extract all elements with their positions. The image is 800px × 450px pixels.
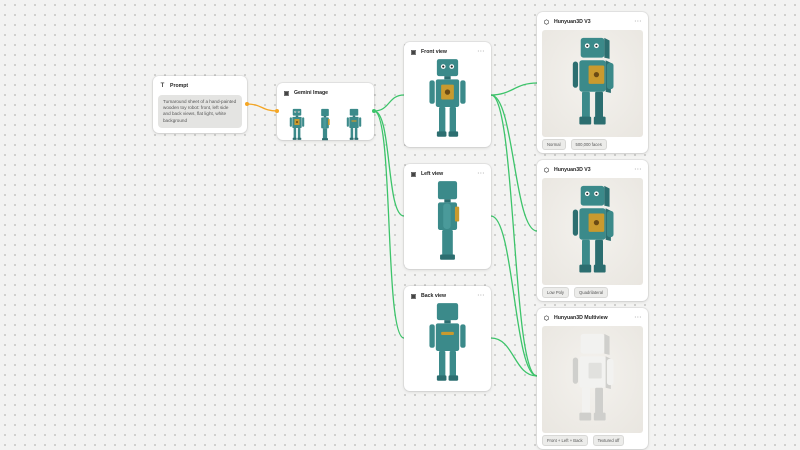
left-view-node[interactable]: ▣ Left view ···	[404, 164, 491, 269]
hunyuan3d-v3-node-1[interactable]: ⬡ Hunyuan3D V3 ··· Normal 500,000 faces	[537, 12, 648, 153]
cube-icon: ⬡	[543, 167, 550, 174]
image-icon: ▣	[283, 90, 290, 97]
tag-views[interactable]: Front + Left + Back	[542, 435, 588, 446]
model-preview-3[interactable]	[542, 326, 643, 433]
hunyuan3d-multiview-node[interactable]: ⬡ Hunyuan3D Multiview ··· Front + Left +…	[537, 308, 648, 449]
wire-back-to-output-3	[490, 337, 538, 377]
output-2-title: Hunyuan3D V3	[554, 167, 591, 173]
wire-prompt-to-gemini	[246, 103, 278, 112]
output-1-title: Hunyuan3D V3	[554, 19, 591, 25]
image-icon: ▣	[410, 293, 417, 300]
back-view-image[interactable]	[410, 301, 485, 386]
gemini-node-title: Gemini Image	[294, 90, 329, 96]
gemini-image-node[interactable]: ▣ Gemini Image	[275, 83, 376, 142]
output-3-header[interactable]: ⬡ Hunyuan3D Multiview ···	[537, 308, 648, 325]
output-3-tags: Front + Left + Back Textured off	[542, 435, 625, 446]
left-view-image[interactable]	[410, 179, 485, 264]
model-preview-2[interactable]	[542, 178, 643, 285]
back-view-title: Back view	[421, 293, 447, 299]
robot-3d-model-2	[572, 185, 614, 273]
prompt-textarea[interactable]: Turnaround sheet of a hand-painted woode…	[158, 95, 242, 128]
model-preview-1[interactable]	[542, 30, 643, 137]
wire-gemini-to-back	[373, 110, 405, 339]
more-icon[interactable]: ···	[635, 315, 643, 321]
text-icon: T	[160, 83, 165, 89]
prompt-node-header[interactable]: T Prompt	[153, 76, 247, 93]
robot-clay-model	[572, 333, 614, 421]
gemini-output-thumbnails	[277, 100, 374, 142]
robot-front-thumbnail[interactable]	[287, 108, 307, 142]
robot-back-thumbnail[interactable]	[344, 108, 364, 142]
robot-front-image	[429, 59, 466, 137]
wire-gemini-to-front	[373, 94, 405, 112]
image-icon: ▣	[410, 49, 417, 56]
output-1-header[interactable]: ⬡ Hunyuan3D V3 ···	[537, 12, 648, 29]
tag-mesh-mode[interactable]: Low Poly	[542, 287, 569, 298]
cube-icon: ⬡	[543, 315, 550, 322]
output-3-title: Hunyuan3D Multiview	[554, 315, 608, 321]
robot-back-image	[429, 303, 466, 381]
robot-3d-model-1	[572, 37, 614, 125]
more-icon[interactable]: ···	[635, 167, 643, 173]
connection-wires	[246, 82, 538, 377]
gemini-output-port[interactable]	[372, 109, 376, 113]
prompt-node-title: Prompt	[170, 83, 189, 89]
front-view-node[interactable]: ▣ Front view ···	[404, 42, 491, 147]
wire-front-to-output-1	[490, 82, 538, 96]
wire-front-to-output-3	[490, 94, 538, 377]
front-view-title: Front view	[421, 49, 447, 55]
left-view-title: Left view	[421, 171, 444, 177]
wire-left-to-output-3	[490, 215, 538, 377]
gemini-input-port[interactable]	[275, 109, 279, 113]
output-2-header[interactable]: ⬡ Hunyuan3D V3 ···	[537, 160, 648, 177]
gemini-node-header[interactable]: ▣ Gemini Image	[277, 83, 374, 100]
more-icon[interactable]: ···	[478, 293, 486, 299]
prompt-output-port[interactable]	[245, 102, 249, 106]
front-view-image[interactable]	[410, 57, 485, 142]
cube-icon: ⬡	[543, 19, 550, 26]
tag-topology[interactable]: Quadrilateral	[574, 287, 608, 298]
more-icon[interactable]: ···	[478, 171, 486, 177]
tag-texture[interactable]: Textured off	[592, 435, 625, 446]
tag-mesh-mode[interactable]: Normal	[542, 139, 566, 150]
wire-gemini-to-left	[373, 110, 405, 217]
wire-front-to-output-2	[490, 94, 538, 232]
back-view-node[interactable]: ▣ Back view ···	[404, 286, 491, 391]
robot-side-thumbnail[interactable]	[315, 108, 335, 142]
more-icon[interactable]: ···	[478, 49, 486, 55]
output-2-tags: Low Poly Quadrilateral	[542, 287, 608, 298]
hunyuan3d-v3-node-2[interactable]: ⬡ Hunyuan3D V3 ··· Low Poly Quadrilatera…	[537, 160, 648, 301]
tag-face-count[interactable]: 500,000 faces	[570, 139, 607, 150]
image-icon: ▣	[410, 171, 417, 178]
prompt-node[interactable]: T Prompt Turnaround sheet of a hand-pain…	[153, 76, 249, 133]
output-1-tags: Normal 500,000 faces	[542, 139, 607, 150]
robot-side-image	[437, 181, 460, 260]
more-icon[interactable]: ···	[635, 19, 643, 25]
